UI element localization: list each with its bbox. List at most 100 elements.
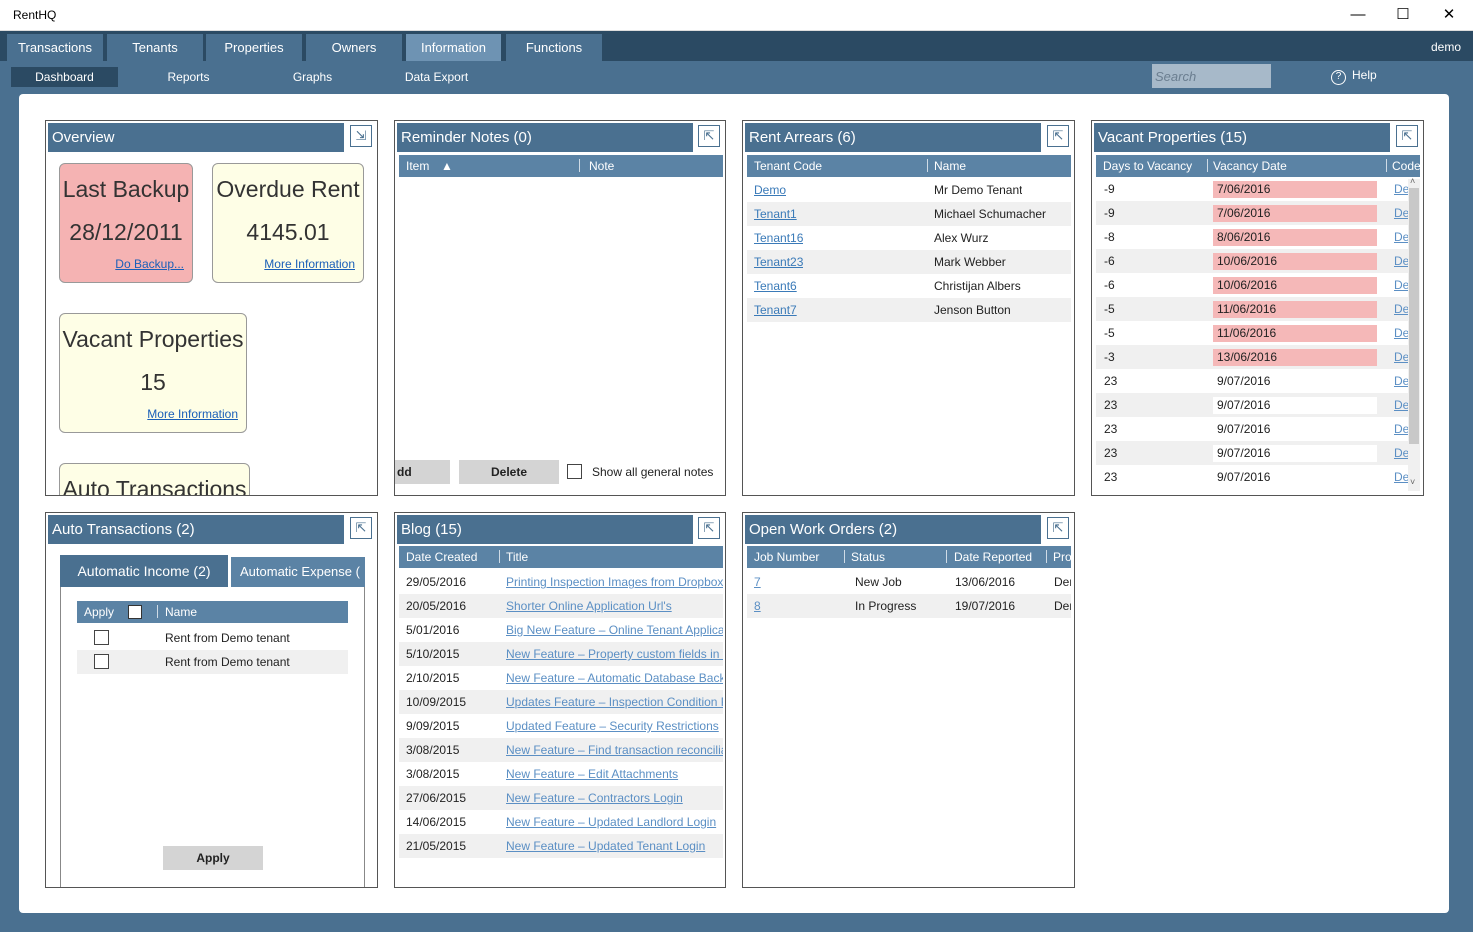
col-note[interactable]: Note [589,155,614,177]
date-reported: 19/07/2016 [955,599,1016,613]
menu-tab-owners[interactable]: Owners [306,34,402,61]
vacant-card-title: Vacant Properties [62,326,244,352]
property-code-link[interactable]: De [1394,273,1408,297]
blog-date: 2/10/2015 [406,671,460,685]
apply-button[interactable]: Apply [163,846,263,870]
property-code-link[interactable]: De [1394,369,1408,393]
table-row: -6 10/06/2016 De [1096,249,1408,273]
current-user[interactable]: demo [1431,40,1461,54]
expand-icon[interactable]: ⇱ [350,517,372,539]
apply-checkbox[interactable] [94,630,109,645]
property-code-link[interactable]: De [1394,321,1408,345]
arrears-column-header: Tenant Code Name [747,155,1071,177]
blog-title-link[interactable]: New Feature – Contractors Login [506,786,723,810]
vacant-more-info-link[interactable]: More Information [147,407,238,421]
col-job-number[interactable]: Job Number [754,546,819,568]
vacant-column-header: Days to Vacancy Vacancy Date Code [1096,155,1421,177]
days-to-vacancy: 23 [1104,374,1118,388]
tenant-code-link[interactable]: Tenant23 [754,250,803,274]
property-code-link[interactable]: De [1394,417,1408,441]
blog-title-link[interactable]: New Feature – Updated Landlord Login [506,810,723,834]
tenant-code-link[interactable]: Demo [754,178,786,202]
collapse-icon[interactable]: ⇲ [350,125,372,147]
property-code-link[interactable]: De [1394,225,1408,249]
col-tenant-code[interactable]: Tenant Code [754,155,822,177]
menu-tab-transactions[interactable]: Transactions [7,34,103,61]
col-days-to-vacancy[interactable]: Days to Vacancy [1103,155,1192,177]
col-code[interactable]: Code [1392,155,1421,177]
expand-icon[interactable]: ⇱ [1396,125,1418,147]
expand-icon[interactable]: ⇱ [1047,125,1069,147]
expand-icon[interactable]: ⇱ [698,125,720,147]
property-code-link[interactable]: De [1394,393,1408,417]
blog-title-link[interactable]: New Feature – Updated Tenant Login [506,834,723,858]
help-label: Help [1352,68,1377,82]
tenant-code-link[interactable]: Tenant16 [754,226,803,250]
tenant-code-link[interactable]: Tenant6 [754,274,797,298]
tenant-code-link[interactable]: Tenant1 [754,202,797,226]
auto-transactions-card: Auto Transactions [59,463,250,495]
menu-tab-functions[interactable]: Functions [506,34,602,61]
blog-title-link[interactable]: New Feature – Find transaction reconcili… [506,738,723,762]
menu-tab-properties[interactable]: Properties [206,34,302,61]
property-code-link[interactable]: De [1394,201,1408,225]
subtab-dashboard[interactable]: Dashboard [11,67,118,87]
tenant-code-link[interactable]: Tenant7 [754,298,797,322]
col-name[interactable]: Name [934,155,966,177]
property-code-link[interactable]: De [1394,177,1408,201]
apply-checkbox[interactable] [94,654,109,669]
maximize-button[interactable]: ☐ [1393,6,1413,24]
vacant-properties-panel: Vacant Properties (15) ⇱ Days to Vacancy… [1091,120,1424,496]
show-all-checkbox[interactable] [567,464,582,479]
blog-title-link[interactable]: Updates Feature – Inspection Condition F [506,690,723,714]
col-date-created[interactable]: Date Created [406,546,477,568]
tab-automatic-income[interactable]: Automatic Income (2) [60,555,228,587]
search-input[interactable] [1152,64,1271,88]
col-item[interactable]: Item [406,155,429,177]
close-button[interactable]: ✕ [1439,6,1459,24]
sub-navigation: Dashboard Reports Graphs Data Export ? He… [0,61,1473,93]
menu-tab-tenants[interactable]: Tenants [107,34,203,61]
property-code-link[interactable]: De [1394,441,1408,465]
help-button[interactable]: ? Help [1331,68,1377,85]
blog-title-link[interactable]: Printing Inspection Images from Dropbox [506,570,723,594]
last-backup-title: Last Backup [62,176,190,202]
subtab-graphs[interactable]: Graphs [259,67,366,87]
subtab-data-export[interactable]: Data Export [383,67,490,87]
property-code-link[interactable]: De [1394,249,1408,273]
subtab-reports[interactable]: Reports [135,67,242,87]
scroll-up-icon[interactable]: ˄ [1410,176,1415,186]
expand-icon[interactable]: ⇱ [698,517,720,539]
blog-title-link[interactable]: Updated Feature – Security Restrictions [506,714,723,738]
blog-title-link[interactable]: Shorter Online Application Url's [506,594,723,618]
vacancy-date: 13/06/2016 [1213,349,1377,366]
add-button[interactable]: dd [395,460,450,484]
property-code-link[interactable]: De [1394,297,1408,321]
scroll-down-icon[interactable]: ˅ [1410,477,1415,487]
work-orders-panel: Open Work Orders (2) ⇱ Job Number Status… [742,512,1075,888]
delete-button[interactable]: Delete [459,460,559,484]
blog-title-link[interactable]: New Feature – Automatic Database Backu [506,666,723,690]
job-number-link[interactable]: 8 [754,594,761,618]
menu-tab-information[interactable]: Information [406,34,501,61]
col-date-reported[interactable]: Date Reported [954,546,1032,568]
blog-title-link[interactable]: New Feature – Property custom fields in … [506,642,723,666]
tab-automatic-expense[interactable]: Automatic Expense ( [231,557,365,587]
overdue-more-info-link[interactable]: More Information [264,257,355,271]
col-vacancy-date[interactable]: Vacancy Date [1213,155,1287,177]
vacant-scrollbar[interactable]: ˄ ˅ [1408,176,1420,491]
property-code-link[interactable]: De [1394,465,1408,489]
col-pro[interactable]: Pro [1053,546,1072,568]
transaction-name: Rent from Demo tenant [165,655,290,669]
do-backup-link[interactable]: Do Backup... [115,257,184,271]
property-code-link[interactable]: De [1394,345,1408,369]
job-number-link[interactable]: 7 [754,570,761,594]
col-title[interactable]: Title [506,546,528,568]
blog-title-link[interactable]: Big New Feature – Online Tenant Applica [506,618,723,642]
minimize-button[interactable]: — [1348,6,1368,24]
select-all-checkbox[interactable] [128,605,142,619]
col-status[interactable]: Status [851,546,885,568]
blog-title-link[interactable]: New Feature – Edit Attachments [506,762,723,786]
expand-icon[interactable]: ⇱ [1047,517,1069,539]
scroll-thumb[interactable] [1409,188,1419,444]
